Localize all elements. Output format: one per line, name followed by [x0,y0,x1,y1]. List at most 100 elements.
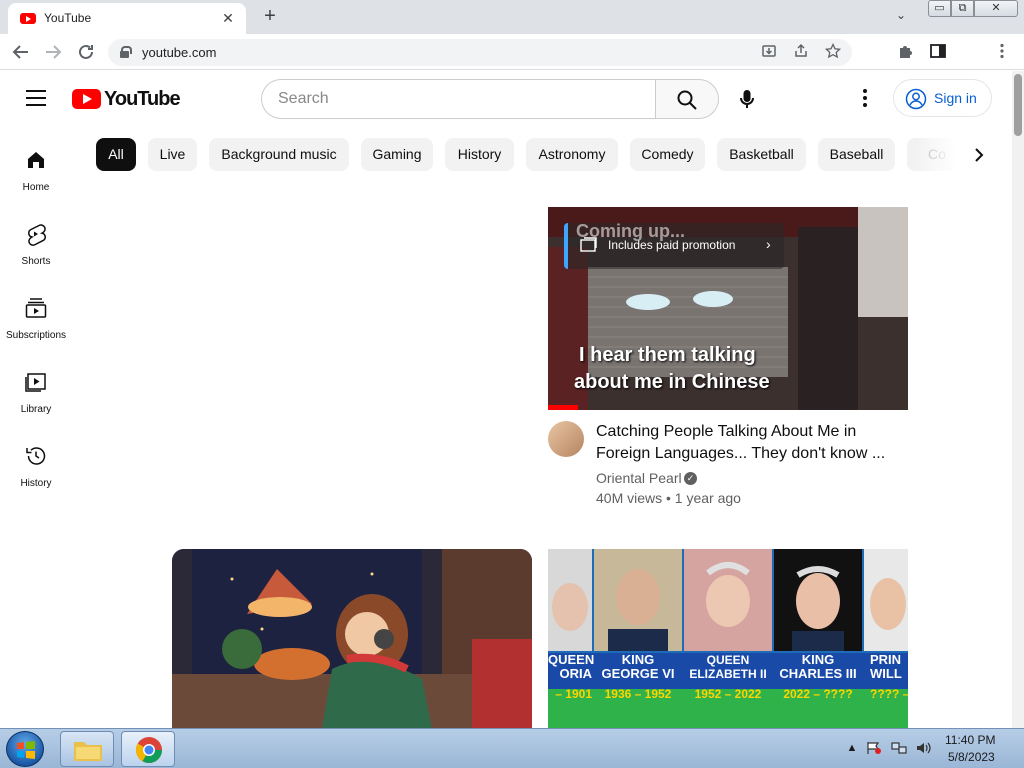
chip-next-chevron-icon[interactable] [968,144,990,166]
window-maximize-button[interactable]: ⧉ [951,0,974,17]
monarch-title: QUEEN [706,653,750,667]
taskbar-clock-date[interactable]: 5/8/2023 [948,750,995,764]
chip-basketball[interactable]: Basketball [717,138,806,171]
install-app-icon[interactable] [760,43,778,61]
video-title[interactable]: Catching People Talking About Me in Fore… [596,421,896,465]
tab-title: YouTube [44,11,92,25]
shorts-icon [28,224,46,246]
tab-search-icon[interactable]: ⌄ [896,8,906,22]
sidebar-item-home[interactable]: Home [0,148,72,222]
channel-avatar[interactable] [548,421,584,457]
monarch-title: PRIN [870,653,902,667]
paid-promotion-banner[interactable]: Coming up... Includes paid promotion › [564,221,784,269]
paid-promotion-icon [580,237,597,252]
youtube-logo[interactable]: YouTube [72,88,181,110]
youtube-logo-text: YouTube [104,88,181,110]
thumbnail-caption: I hear them talking about me in Chinese [574,342,770,396]
reload-icon[interactable] [75,41,97,63]
video-thumbnail[interactable] [172,549,532,729]
chevron-right-icon: › [766,236,771,252]
voice-search-mic-icon[interactable] [735,87,759,111]
home-icon [28,152,44,168]
chip-history[interactable]: History [445,138,514,171]
browser-tab-bar: YouTube ✕ + ⌄ ▭ ⧉ ✕ [0,0,1024,34]
action-center-flag-icon[interactable] [866,741,882,755]
folder-icon [74,742,102,761]
back-icon[interactable] [10,41,32,63]
monarch-label: QUEEN ELIZABETH II [684,653,772,681]
forward-icon[interactable] [42,41,64,63]
chip-live[interactable]: Live [148,138,197,171]
monarch-name: GEORGE VI [601,666,675,681]
address-url[interactable]: youtube.com [142,45,216,60]
chip-gaming[interactable]: Gaming [361,138,433,171]
file-explorer-taskbar-button[interactable] [60,731,114,767]
volume-speaker-icon[interactable] [915,741,931,755]
chip-all[interactable]: All [96,138,136,171]
youtube-favicon-icon [20,13,36,24]
bookmark-star-icon[interactable] [824,42,842,61]
sidebar-item-subscriptions[interactable]: Subscriptions [0,296,72,370]
account-circle-icon [905,88,927,110]
monarch-label: QUEEN ORIA [548,652,595,681]
monarch-name: ELIZABETH II [689,667,767,681]
page-scrollbar[interactable] [1012,71,1024,728]
youtube-header: YouTube Search Sign in [0,71,1012,127]
side-panel-icon[interactable] [928,42,948,62]
sidebar-item-label: History [20,478,52,489]
lock-icon[interactable] [120,46,132,58]
network-icon[interactable] [891,741,907,755]
verified-check-icon: ✓ [684,472,697,485]
settings-more-icon[interactable] [855,87,875,111]
sidebar-item-library[interactable]: Library [0,370,72,444]
browser-toolbar: youtube.com 12 [0,34,1024,99]
scrollbar-thumb[interactable] [1014,74,1022,136]
monarch-title: QUEEN [548,652,595,667]
chip-comedy[interactable]: Comedy [630,138,705,171]
windows-start-button[interactable] [6,731,44,767]
window-minimize-button[interactable]: ▭ [928,0,951,17]
tab-close-icon[interactable]: ✕ [218,8,238,28]
youtube-play-icon [72,89,101,109]
caption-line-1: I hear them talking [579,344,756,366]
monarch-name: WILL [870,666,902,681]
monarch-years: 2022 – ???? [783,687,853,701]
taskbar-clock-time[interactable]: 11:40 PM [945,733,995,747]
chrome-taskbar-button[interactable] [121,731,175,767]
british-monarchs-thumbnail [548,549,908,729]
chip-astronomy[interactable]: Astronomy [526,138,618,171]
library-icon [25,373,46,392]
video-meta: 40M views • 1 year ago [596,490,741,506]
paid-promotion-label: Includes paid promotion [608,238,736,252]
chip-baseball[interactable]: Baseball [818,138,895,171]
chrome-icon [135,737,163,764]
sidebar-item-label: Library [20,404,52,415]
browser-tab[interactable]: YouTube ✕ [8,3,246,34]
hamburger-menu-icon[interactable] [26,90,46,106]
monarch-name: ORIA [559,666,593,681]
monarch-years: – 1901 [555,687,592,701]
search-input[interactable]: Search [261,79,656,119]
sidebar-item-history[interactable]: History [0,444,72,518]
window-close-button[interactable]: ✕ [974,0,1018,17]
monarch-years: 1952 – 2022 [694,687,762,701]
monarch-label: PRIN WILL [870,653,908,681]
browser-menu-icon[interactable] [992,42,1012,62]
channel-name[interactable]: Oriental Pearl [596,470,682,486]
monarch-years: 1936 – 1952 [604,687,672,701]
sign-in-button[interactable]: Sign in [893,79,992,117]
sidebar-item-label: Subscriptions [5,330,67,341]
search-button[interactable] [655,79,719,119]
sidebar-item-shorts[interactable]: Shorts [0,222,72,296]
tray-expand-chevron-icon[interactable]: ▲ [844,741,860,755]
extensions-puzzle-icon[interactable] [896,42,916,62]
monarch-title: KING [621,652,655,667]
video-thumbnail[interactable]: Coming up... Includes paid promotion › I… [548,207,908,410]
new-tab-button[interactable]: + [258,5,282,29]
video-thumbnail[interactable]: QUEEN ORIA – 1901 KING GEORGE VI 1936 – … [548,549,908,729]
monarch-years: ???? – [870,687,908,701]
address-bar[interactable]: youtube.com [108,39,852,66]
search-placeholder: Search [278,90,329,107]
share-icon[interactable] [792,43,810,61]
chip-background-music[interactable]: Background music [209,138,349,171]
